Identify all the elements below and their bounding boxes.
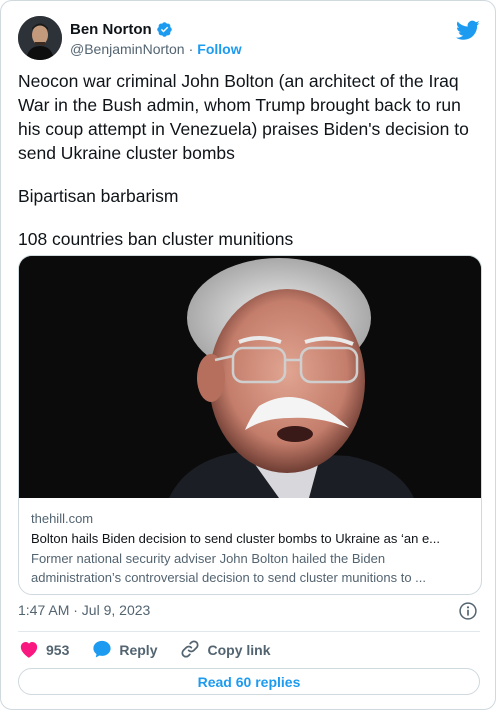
divider [18, 631, 480, 632]
tweet-paragraph: Neocon war criminal John Bolton (an arch… [18, 71, 469, 163]
verified-badge-icon [156, 21, 173, 38]
link-icon [179, 638, 201, 663]
copy-link-button[interactable]: Copy link [179, 638, 271, 663]
twitter-bird-icon[interactable] [456, 18, 480, 42]
tweet-embed-card: Ben Norton @BenjaminNorton · Follow Neoc… [0, 0, 496, 710]
author-name-row: Ben Norton [70, 21, 173, 38]
like-button[interactable]: 953 [18, 638, 69, 663]
tweet-paragraph: 108 countries ban cluster munitions [18, 229, 294, 249]
link-title[interactable]: Bolton hails Biden decision to send clus… [31, 529, 471, 548]
heart-icon [18, 638, 40, 663]
reply-button[interactable]: Reply [91, 638, 157, 663]
tweet-timestamp[interactable]: 1:47 AM · Jul 9, 2023 [18, 602, 150, 618]
link-description-line: Former national security adviser John Bo… [31, 551, 386, 566]
reply-label: Reply [119, 642, 158, 658]
link-preview-meta: thehill.com Bolton hails Biden decision … [31, 510, 471, 587]
reply-bubble-icon [91, 638, 113, 663]
tweet-paragraph: Bipartisan barbarism [18, 186, 179, 206]
info-icon[interactable] [458, 601, 478, 621]
like-count: 953 [46, 642, 70, 658]
link-description-line: administration’s controversial decision … [31, 570, 427, 585]
tweet-text: Neocon war criminal John Bolton (an arch… [18, 69, 480, 251]
link-preview-image[interactable] [19, 256, 481, 498]
copy-link-label: Copy link [207, 642, 271, 658]
link-description: Former national security adviser John Bo… [31, 549, 471, 587]
separator-dot: · [188, 41, 194, 57]
read-replies-button[interactable]: Read 60 replies [18, 668, 480, 695]
author-handle-row: @BenjaminNorton · Follow [70, 41, 242, 57]
author-handle[interactable]: @BenjaminNorton [70, 41, 185, 57]
avatar[interactable] [18, 16, 62, 60]
author-name[interactable]: Ben Norton [70, 21, 152, 38]
follow-button[interactable]: Follow [197, 41, 241, 57]
tweet-header: Ben Norton @BenjaminNorton · Follow [18, 16, 480, 62]
tweet-actions: 953 Reply Copy link [18, 637, 293, 663]
link-preview-card[interactable]: thehill.com Bolton hails Biden decision … [18, 255, 482, 595]
link-domain: thehill.com [31, 511, 94, 526]
